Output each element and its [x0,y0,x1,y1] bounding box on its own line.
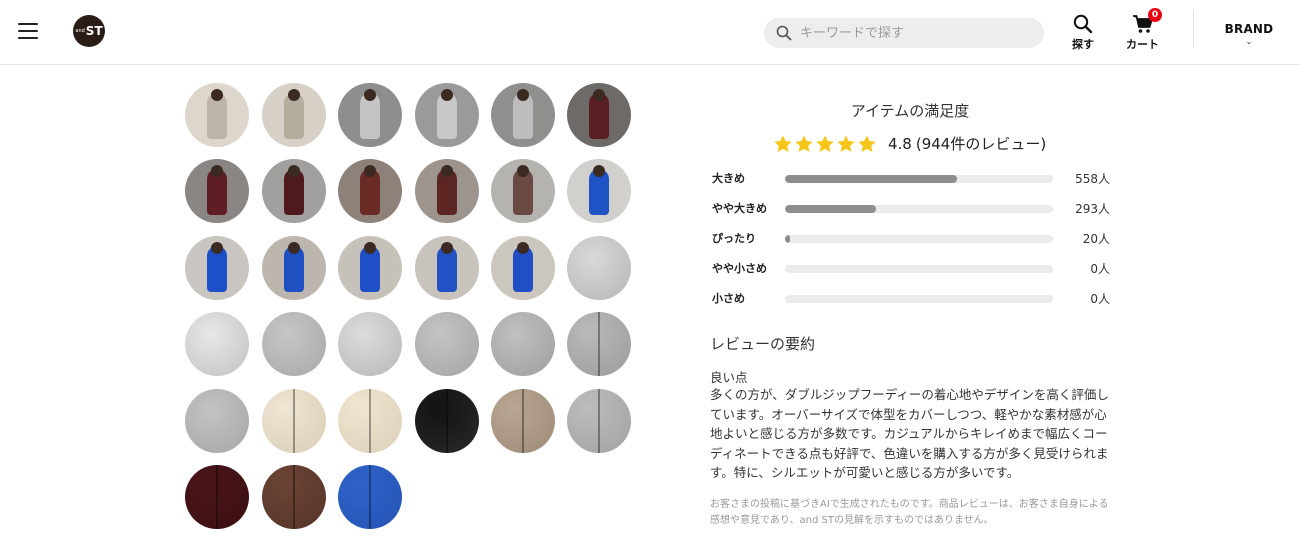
find-label: 探す [1072,38,1094,51]
fit-row: 大きめ 558人 [710,168,1110,188]
fit-count: 0人 [1090,292,1110,306]
product-thumbnail[interactable] [262,465,326,529]
product-thumbnail[interactable] [491,389,555,453]
brand-menu-button[interactable]: BRAND ⌄ [1222,18,1276,46]
product-thumbnail[interactable] [262,389,326,453]
fit-bar-fill [785,175,957,183]
product-thumbnail[interactable] [567,236,631,300]
product-image-thumbnails [185,0,645,558]
fit-bar-fill [785,235,791,243]
review-count: (944件のレビュー) [915,135,1047,153]
logo-small-text: and [75,28,85,34]
product-thumbnail[interactable] [185,465,249,529]
header-divider [1193,10,1194,48]
product-thumbnail[interactable] [262,83,326,147]
product-thumbnail[interactable] [567,159,631,223]
brand-label: BRAND [1224,22,1274,36]
fit-count: 20人 [1082,232,1110,246]
search-icon [776,25,792,41]
fit-label: 大きめ [712,172,745,185]
fit-row: やや小さめ 0人 [710,258,1110,278]
cart-count-badge: 0 [1148,8,1162,22]
logo-text: ST [85,24,103,38]
product-thumbnail[interactable] [491,312,555,376]
find-button[interactable]: 探す [1072,14,1094,52]
product-thumbnail[interactable] [415,312,479,376]
satisfaction-title: アイテムの満足度 [850,102,970,120]
star-icon [837,135,855,152]
product-thumbnail[interactable] [185,83,249,147]
product-thumbnail[interactable] [491,83,555,147]
review-summary-title: レビューの要約 [710,335,816,353]
fit-count: 558人 [1075,172,1110,186]
brand-logo[interactable]: and ST [73,15,105,47]
product-thumbnail[interactable] [338,159,402,223]
product-thumbnail[interactable] [338,83,402,147]
fit-bar-fill [785,205,877,213]
star-icon [816,135,834,152]
product-thumbnail[interactable] [491,159,555,223]
rating-value: 4.8 [888,134,912,153]
review-summary-text: 多くの方が、ダブルジップフーディーの着心地やデザインを高く評価しています。オーバ… [710,387,1109,480]
product-thumbnail[interactable] [185,236,249,300]
rating-summary: 4.8 (944件のレビュー) [773,133,1046,154]
product-thumbnail[interactable] [567,389,631,453]
product-thumbnail[interactable] [185,159,249,223]
star-icon [774,135,792,152]
chevron-down-icon: ⌄ [1245,37,1253,46]
product-thumbnail[interactable] [415,83,479,147]
star-icon [795,135,813,152]
fit-bar [785,295,1053,303]
fit-bar [785,205,1053,213]
fit-bar [785,265,1053,273]
menu-icon[interactable] [18,23,38,41]
fit-label: ぴったり [712,232,756,245]
fit-label: 小さめ [712,292,745,305]
product-thumbnail[interactable] [338,389,402,453]
product-thumbnail[interactable] [415,389,479,453]
product-thumbnail[interactable] [338,465,402,529]
star-icon [858,135,876,152]
product-thumbnail[interactable] [262,236,326,300]
search-icon [1073,14,1093,34]
rating-stars [773,134,878,154]
product-thumbnail[interactable] [338,236,402,300]
product-thumbnail[interactable] [338,312,402,376]
good-points-label: 良い点 [710,370,748,385]
fit-count: 0人 [1090,262,1110,276]
product-thumbnail[interactable] [415,159,479,223]
search-box[interactable] [764,18,1044,48]
product-thumbnail[interactable] [567,312,631,376]
product-thumbnail[interactable] [262,159,326,223]
fit-bar [785,235,1053,243]
fit-bar [785,175,1053,183]
ai-disclaimer: お客さまの投稿に基づきAIで生成されたものです。商品レビューは、お客さま自身によ… [710,499,1109,526]
product-thumbnail[interactable] [491,236,555,300]
product-thumbnail[interactable] [567,83,631,147]
cart-label: カート [1126,38,1159,51]
fit-row: 小さめ 0人 [710,288,1110,308]
product-thumbnail[interactable] [185,312,249,376]
fit-label: やや大きめ [712,202,767,215]
fit-label: やや小さめ [712,262,767,275]
fit-row: ぴったり 20人 [710,228,1110,248]
product-thumbnail[interactable] [262,312,326,376]
fit-count: 293人 [1075,202,1110,216]
product-thumbnail[interactable] [415,236,479,300]
search-input[interactable] [800,22,1035,44]
site-header: andST 探す 0 カート BRAND ⌄ [0,0,1300,65]
fit-row: やや大きめ 293人 [710,198,1110,218]
product-thumbnail[interactable] [185,389,249,453]
cart-button[interactable]: 0 カート [1126,8,1162,52]
